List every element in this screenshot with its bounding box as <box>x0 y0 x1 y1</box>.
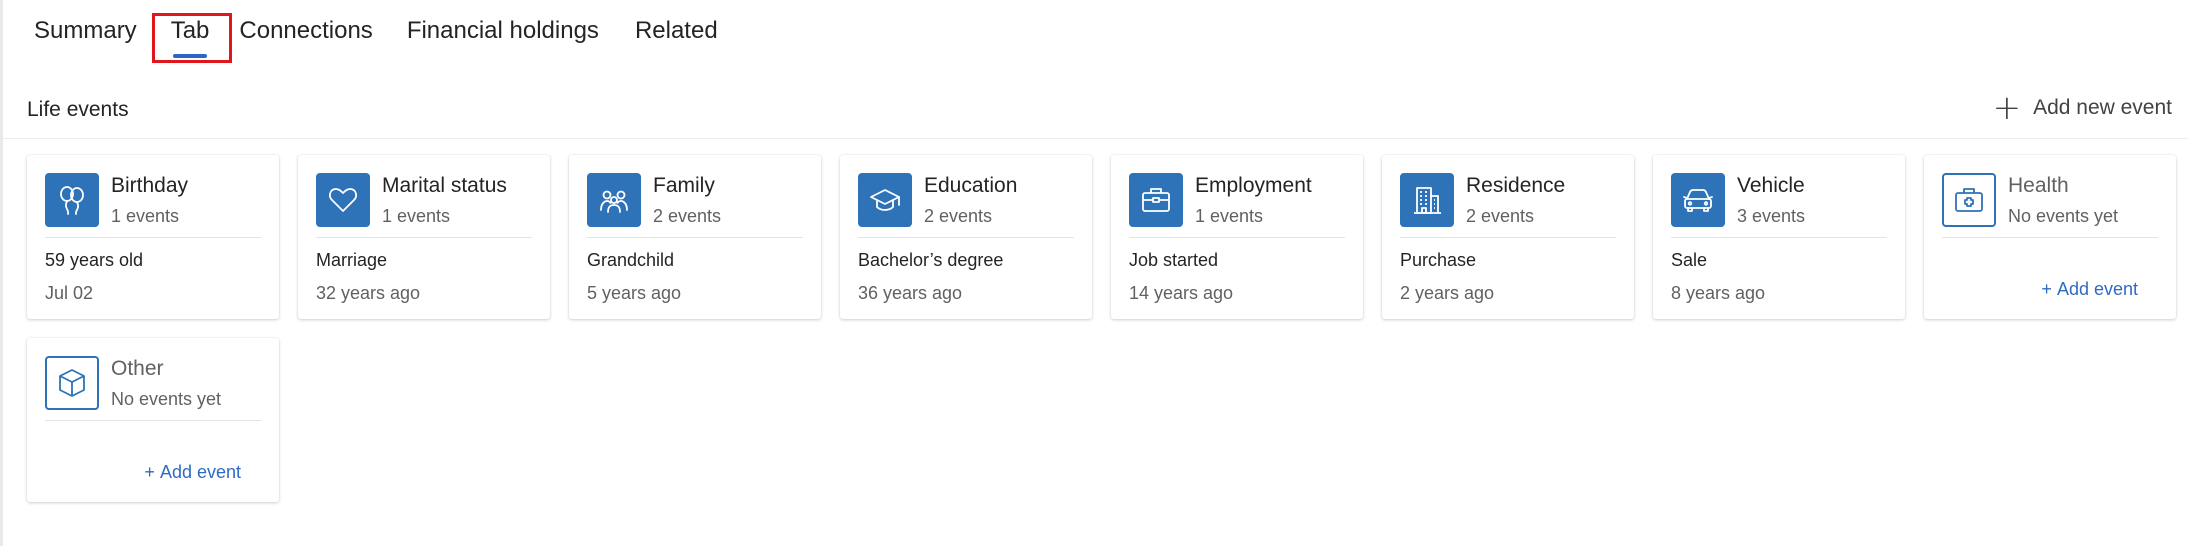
card-time: 36 years ago <box>858 283 963 303</box>
tab-bar: Summary Tab Connections Financial holdin… <box>34 10 718 62</box>
card-count: 2 events <box>924 206 993 226</box>
add-event-button[interactable]: + Add event <box>144 462 241 483</box>
tab-label: Financial holdings <box>406 17 599 44</box>
life-event-card-birthday[interactable]: Birthday 1 events 59 years old Jul 02 <box>27 155 279 319</box>
card-title: Vehicle <box>1737 174 1805 197</box>
card-title: Birthday <box>111 174 189 197</box>
life-event-card-marital-status[interactable]: Marital status 1 events Marriage 32 year… <box>298 155 550 319</box>
add-event-button[interactable]: + Add event <box>2041 279 2138 300</box>
card-divider <box>45 237 261 238</box>
life-event-card-education[interactable]: Education 2 events Bachelor’s degree 36 … <box>840 155 1092 319</box>
left-border <box>0 0 3 546</box>
card-title: Residence <box>1466 174 1566 197</box>
card-divider <box>316 237 532 238</box>
life-event-card-health[interactable]: Health No events yet + Add event <box>1924 155 2176 319</box>
card-title: Health <box>2008 174 2069 197</box>
card-title: Marital status <box>382 174 507 197</box>
graduation-cap-icon <box>858 173 912 227</box>
card-time: 5 years ago <box>587 283 682 303</box>
medical-kit-icon <box>1942 173 1996 227</box>
card-divider <box>45 420 261 421</box>
people-icon <box>587 173 641 227</box>
add-event-label: Add event <box>2056 279 2138 299</box>
card-divider <box>858 237 1074 238</box>
tab-related[interactable]: Related <box>635 10 718 62</box>
card-divider <box>1400 237 1616 238</box>
tab-label: Tab <box>170 17 210 44</box>
card-count: 1 events <box>111 206 180 226</box>
card-count: 2 events <box>1466 206 1535 226</box>
card-divider <box>1942 237 2158 238</box>
tab-label: Summary <box>34 17 137 44</box>
card-divider <box>1129 237 1345 238</box>
card-time: 8 years ago <box>1671 283 1766 303</box>
tab-connections[interactable]: Connections <box>239 10 372 62</box>
section-title: Life events <box>27 98 129 121</box>
cube-icon <box>45 356 99 410</box>
card-count: 2 events <box>653 206 722 226</box>
life-event-card-employment[interactable]: Employment 1 events Job started 14 years… <box>1111 155 1363 319</box>
card-count: No events yet <box>2008 206 2119 226</box>
plus-icon: + <box>1992 88 2022 128</box>
tab-label: Related <box>634 17 718 44</box>
card-count: No events yet <box>111 389 222 409</box>
tab-summary[interactable]: Summary <box>34 10 137 62</box>
add-event-label: Add event <box>159 462 241 482</box>
card-time: 2 years ago <box>1400 283 1495 303</box>
card-title: Other <box>111 357 164 380</box>
active-tab-indicator <box>172 54 208 58</box>
card-title: Employment <box>1195 174 1312 197</box>
briefcase-icon <box>1129 173 1183 227</box>
card-divider <box>1671 237 1887 238</box>
car-icon <box>1671 173 1725 227</box>
plus-icon: + <box>2041 279 2052 299</box>
section-divider <box>3 138 2188 139</box>
card-time: 32 years ago <box>316 283 421 303</box>
card-count: 1 events <box>1195 206 1264 226</box>
add-new-event-button[interactable]: + Add new event <box>1992 88 2172 128</box>
life-event-card-vehicle[interactable]: Vehicle 3 events Sale 8 years ago <box>1653 155 1905 319</box>
card-time: Jul 02 <box>45 283 94 303</box>
tab-label: Connections <box>239 17 373 44</box>
card-title: Education <box>924 174 1018 197</box>
card-detail: Grandchild <box>587 250 675 270</box>
card-detail: Sale <box>1671 250 1708 270</box>
life-event-card-family[interactable]: Family 2 events Grandchild 5 years ago <box>569 155 821 319</box>
card-detail: 59 years old <box>45 250 144 270</box>
card-detail: Purchase <box>1400 250 1477 270</box>
card-detail: Job started <box>1129 250 1219 270</box>
tab-financial-holdings[interactable]: Financial holdings <box>407 10 599 62</box>
life-event-card-other[interactable]: Other No events yet + Add event <box>27 338 279 502</box>
card-count: 3 events <box>1737 206 1806 226</box>
card-divider <box>587 237 803 238</box>
balloons-icon <box>45 173 99 227</box>
card-time: 14 years ago <box>1129 283 1234 303</box>
card-title: Family <box>653 174 715 197</box>
building-icon <box>1400 173 1454 227</box>
card-count: 1 events <box>382 206 451 226</box>
add-new-event-label: Add new event <box>2033 96 2172 119</box>
life-event-card-residence[interactable]: Residence 2 events Purchase 2 years ago <box>1382 155 1634 319</box>
card-detail: Bachelor’s degree <box>858 250 1004 270</box>
heart-icon <box>316 173 370 227</box>
plus-icon: + <box>144 462 155 482</box>
tab-tab[interactable]: Tab <box>170 10 210 62</box>
card-detail: Marriage <box>316 250 388 270</box>
